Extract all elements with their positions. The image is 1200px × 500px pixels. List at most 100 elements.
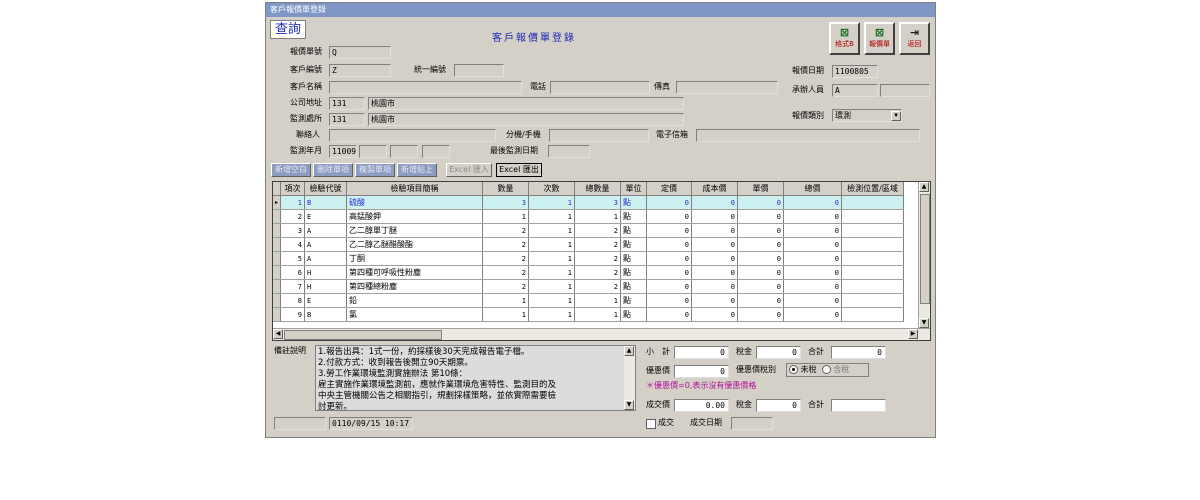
table-cell[interactable]: 2 bbox=[482, 265, 530, 280]
table-cell[interactable]: 1 bbox=[482, 293, 530, 308]
grid-horizontal-scrollbar[interactable]: ◀ ▶ bbox=[273, 328, 930, 340]
table-cell[interactable]: 點 bbox=[620, 279, 648, 294]
table-cell[interactable]: 點 bbox=[620, 265, 648, 280]
table-cell[interactable]: 第四種總粉塵 bbox=[346, 279, 484, 294]
table-row[interactable]: 3 A 乙二醇單丁醚 2 1 2 點 0 0 0 0 bbox=[273, 223, 905, 238]
deal-checkbox[interactable] bbox=[646, 419, 656, 429]
table-cell[interactable]: 0 bbox=[646, 251, 693, 266]
ext-mobile-field[interactable] bbox=[549, 129, 649, 142]
table-cell[interactable]: 0 bbox=[783, 265, 843, 280]
table-cell[interactable]: 0 bbox=[737, 251, 785, 266]
memo-textarea[interactable]: 1.報告出具：1式一份，約採樣後30天完成報告電子檔。 2.付款方式：收到報告後… bbox=[315, 345, 636, 411]
table-cell[interactable]: 點 bbox=[620, 251, 648, 266]
table-cell[interactable]: 2 bbox=[574, 279, 622, 294]
table-cell[interactable]: 5 bbox=[280, 251, 306, 266]
delete-item-button[interactable]: 刪除單項 bbox=[313, 163, 353, 177]
excel-import-button[interactable]: Excel 匯入 bbox=[446, 163, 492, 177]
table-cell[interactable]: 0 bbox=[737, 209, 785, 224]
table-cell[interactable]: 0 bbox=[737, 279, 785, 294]
table-cell[interactable]: 0 bbox=[737, 223, 785, 238]
scroll-right-icon[interactable]: ▶ bbox=[908, 329, 918, 339]
deal-total-field[interactable] bbox=[831, 399, 886, 412]
table-cell[interactable]: 8 bbox=[280, 293, 306, 308]
col-header[interactable]: 數量 bbox=[482, 182, 530, 196]
deal-price-field[interactable]: 0.00 bbox=[674, 399, 729, 412]
table-row[interactable]: 6 H 第四種可呼吸性粉塵 2 1 2 點 0 0 0 0 bbox=[273, 265, 905, 280]
email-field[interactable] bbox=[696, 129, 920, 142]
deal-date-field[interactable] bbox=[731, 417, 773, 430]
table-cell[interactable]: 2 bbox=[482, 251, 530, 266]
table-row[interactable]: 9B氯111點0000 bbox=[273, 307, 905, 322]
table-cell[interactable]: 點 bbox=[620, 293, 648, 308]
table-cell[interactable]: 0 bbox=[691, 251, 739, 266]
col-header[interactable]: 檢驗項目簡稱 bbox=[346, 182, 484, 196]
table-cell[interactable]: 0 bbox=[783, 237, 843, 252]
table-cell[interactable]: 0 bbox=[783, 279, 843, 294]
table-cell[interactable]: 丁酮 bbox=[346, 251, 484, 266]
table-cell[interactable]: 0 bbox=[691, 279, 739, 294]
table-cell[interactable]: 0 bbox=[691, 237, 739, 252]
table-cell[interactable]: 高錳酸鉀 bbox=[346, 209, 484, 224]
table-cell[interactable]: 9 bbox=[280, 307, 306, 322]
table-cell[interactable]: 0 bbox=[783, 293, 843, 308]
row-indicator[interactable] bbox=[273, 293, 281, 308]
table-cell[interactable]: 0 bbox=[737, 293, 785, 308]
handler-code-field[interactable]: A bbox=[832, 84, 878, 97]
table-cell[interactable]: 1 bbox=[528, 265, 576, 280]
table-cell[interactable]: 7 bbox=[280, 279, 306, 294]
table-cell[interactable]: 點 bbox=[620, 237, 648, 252]
table-cell[interactable]: 2 bbox=[482, 279, 530, 294]
table-cell[interactable]: 1 bbox=[528, 251, 576, 266]
monitor-ym-field-2[interactable] bbox=[359, 145, 387, 158]
table-cell[interactable]: 1 bbox=[482, 307, 530, 322]
scroll-up-icon[interactable]: ▲ bbox=[919, 182, 929, 192]
discount-field[interactable]: 0 bbox=[674, 365, 729, 378]
quote-type-select[interactable]: 環測 ▼ bbox=[832, 109, 902, 122]
table-cell[interactable]: 0 bbox=[737, 237, 785, 252]
table-cell[interactable]: 1 bbox=[482, 209, 530, 224]
table-cell[interactable]: 0 bbox=[691, 223, 739, 238]
table-cell[interactable]: 點 bbox=[620, 223, 648, 238]
table-cell[interactable]: 乙二醇乙醚醋酸酯 bbox=[346, 237, 484, 252]
last-monitor-field[interactable] bbox=[548, 145, 590, 158]
table-cell[interactable]: 2 bbox=[574, 265, 622, 280]
fax-field[interactable] bbox=[676, 81, 778, 94]
table-row[interactable]: 7 H 第四種總粉塵 2 1 2 點 0 0 0 0 bbox=[273, 279, 905, 294]
table-cell[interactable]: 乙二醇單丁醚 bbox=[346, 223, 484, 238]
company-zip-field[interactable]: 131 bbox=[329, 97, 365, 110]
customer-name-field[interactable] bbox=[329, 81, 522, 94]
hscroll-thumb[interactable] bbox=[284, 330, 442, 340]
table-cell[interactable] bbox=[841, 223, 905, 238]
row-indicator[interactable] bbox=[273, 251, 281, 266]
table-cell[interactable]: 3 bbox=[482, 195, 530, 210]
table-cell[interactable]: 3 bbox=[574, 195, 622, 210]
tax-type-radio-group[interactable]: 未稅 含稅 bbox=[786, 363, 869, 377]
monitor-addr-field[interactable]: 桃園市 bbox=[368, 113, 684, 126]
table-cell[interactable]: 1 bbox=[528, 195, 576, 210]
table-cell[interactable]: 0 bbox=[646, 237, 693, 252]
table-cell[interactable]: 0 bbox=[691, 307, 739, 322]
table-cell[interactable]: 2 bbox=[574, 237, 622, 252]
table-cell[interactable]: 2 bbox=[574, 223, 622, 238]
scroll-thumb[interactable] bbox=[920, 194, 930, 304]
handler-name-field[interactable] bbox=[880, 84, 930, 97]
table-cell[interactable]: 2 bbox=[482, 237, 530, 252]
scroll-down-icon[interactable]: ▼ bbox=[624, 400, 634, 410]
table-cell[interactable]: B bbox=[304, 307, 348, 322]
row-indicator[interactable]: ▸ bbox=[273, 195, 281, 210]
table-cell[interactable]: 0 bbox=[737, 195, 785, 210]
memo-scrollbar[interactable]: ▲ ▼ bbox=[624, 346, 635, 410]
table-row[interactable]: 2 E 高錳酸鉀 1 1 1 點 0 0 0 0 bbox=[273, 209, 905, 224]
table-cell[interactable] bbox=[841, 307, 905, 322]
table-cell[interactable]: 0 bbox=[737, 307, 785, 322]
copy-item-button[interactable]: 複製單項 bbox=[355, 163, 395, 177]
monitor-zip-field[interactable]: 131 bbox=[329, 113, 365, 126]
subtotal-field[interactable]: 0 bbox=[674, 346, 729, 359]
col-header[interactable]: 檢驗代號 bbox=[304, 182, 348, 196]
monitor-ym-field-4[interactable] bbox=[422, 145, 450, 158]
table-cell[interactable]: 0 bbox=[783, 209, 843, 224]
back-button[interactable]: ⇥ 返回 bbox=[899, 22, 930, 55]
row-indicator[interactable] bbox=[273, 237, 281, 252]
table-cell[interactable]: 4 bbox=[280, 237, 306, 252]
row-indicator[interactable] bbox=[273, 223, 281, 238]
